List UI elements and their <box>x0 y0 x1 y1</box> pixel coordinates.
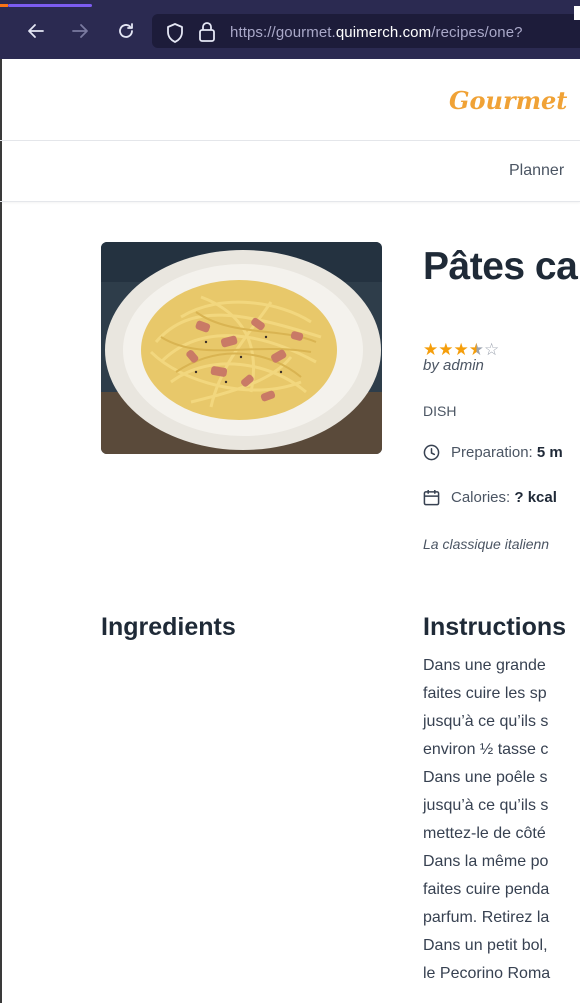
arrow-right-icon[interactable] <box>66 18 94 44</box>
recipe-category: DISH <box>423 403 457 419</box>
instructions-heading: Instructions <box>423 613 567 641</box>
shield-icon[interactable] <box>165 22 185 49</box>
calories: Calories: ? kcal <box>423 489 557 506</box>
nav-item-planner[interactable]: Planner <box>509 162 564 180</box>
url-prefix: https://gourmet. <box>230 24 336 41</box>
tab-indicator-edge <box>0 4 8 7</box>
toolbar-overflow-marker <box>574 6 580 20</box>
preparation-value: 5 m <box>536 444 563 461</box>
instruction-line: Dans une grande <box>423 657 546 674</box>
site-nav <box>0 141 580 202</box>
instruction-line: mettez-le de côté <box>423 825 546 842</box>
instruction-line: faites cuire penda <box>423 881 550 898</box>
instruction-line: environ ½ tasse c <box>423 741 549 758</box>
url-host: quimerch.com <box>335 24 432 41</box>
recipe-title: Pâtes ca <box>423 245 578 288</box>
instruction-line: jusqu’à ce qu’ils s <box>423 713 549 730</box>
instruction-line: parfum. Retirez la <box>423 909 550 926</box>
ingredients-heading: Ingredients <box>101 613 236 641</box>
preparation-time: Preparation: 5 m <box>423 444 563 461</box>
active-tab-indicator[interactable] <box>8 4 92 7</box>
instruction-line: jusqu’à ce qu’ils s <box>423 797 549 814</box>
recipe-image <box>101 242 382 454</box>
instruction-line: Dans un petit bol, <box>423 937 548 954</box>
instruction-line: le Pecorino Roma <box>423 965 551 982</box>
brand-logo[interactable]: Gourmet <box>449 86 567 115</box>
instruction-line: Dans la même po <box>423 853 549 870</box>
calories-label: Calories: <box>451 489 511 506</box>
instruction-line: faites cuire les sp <box>423 685 547 702</box>
arrow-left-icon[interactable] <box>22 18 50 44</box>
calories-value: ? kcal <box>514 489 557 506</box>
reload-icon[interactable] <box>112 18 140 44</box>
preparation-label: Preparation: <box>451 444 533 461</box>
star-empty-icon: ☆ <box>484 340 500 359</box>
calendar-icon <box>423 489 440 506</box>
clock-icon <box>423 444 440 461</box>
url-text[interactable]: https://gourmet.quimerch.com/recipes/one… <box>230 24 523 41</box>
url-path: /recipes/one? <box>431 24 523 41</box>
recipe-description: La classique italienn <box>423 536 550 552</box>
instruction-line: Dans une poêle s <box>423 769 548 786</box>
lock-icon[interactable] <box>198 21 216 48</box>
recipe-author: by admin <box>423 357 484 374</box>
